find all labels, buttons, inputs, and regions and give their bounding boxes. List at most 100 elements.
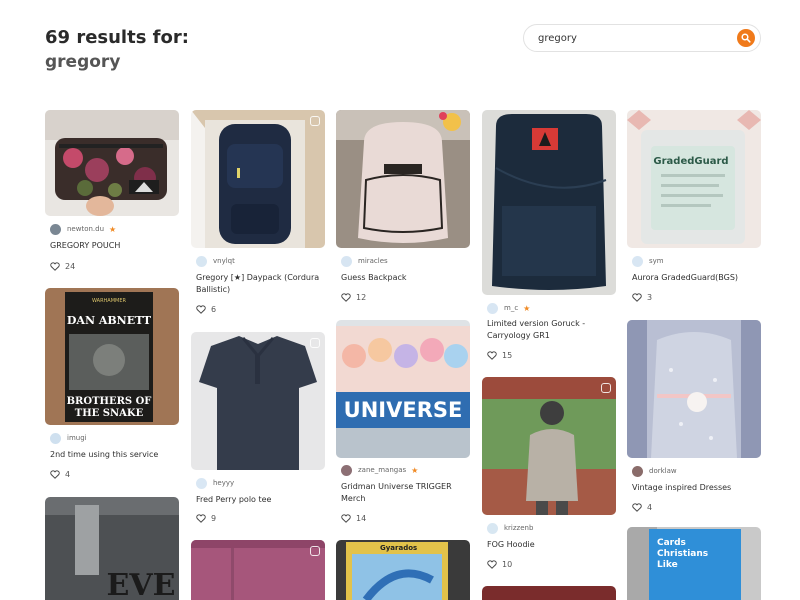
listing-image[interactable] xyxy=(482,377,616,515)
listing-card[interactable]: EVE xyxy=(45,497,179,600)
medal-icon: ★ xyxy=(523,303,531,313)
avatar xyxy=(196,255,207,267)
favorite-toggle[interactable] xyxy=(310,546,320,556)
listing-card[interactable]: dorklaw Vintage inspired Dresses 4 xyxy=(627,320,761,520)
card-name: Gyarados xyxy=(380,544,417,552)
listing-image[interactable]: EVE xyxy=(45,497,179,600)
likes[interactable]: 15 xyxy=(487,349,512,361)
listing-image[interactable] xyxy=(482,586,616,600)
listing-card[interactable]: miracles Guess Backpack 12 xyxy=(336,110,470,310)
listing-title[interactable]: Limited version Goruck - Carryology GR1 xyxy=(487,318,615,342)
seller-name: heyyy xyxy=(213,479,235,487)
listing-title[interactable]: Fred Perry polo tee xyxy=(196,494,324,506)
avatar xyxy=(632,465,643,477)
box-text-3: Like xyxy=(657,560,678,570)
listing-title[interactable]: GREGORY POUCH xyxy=(50,240,178,252)
listing-title[interactable]: Gregory [★] Daypack (Cordura Ballistic) xyxy=(196,272,324,296)
likes[interactable]: 9 xyxy=(196,512,216,524)
heart-icon[interactable] xyxy=(196,513,206,523)
heart-icon[interactable] xyxy=(341,292,351,302)
seller-info[interactable]: heyyy xyxy=(196,476,234,490)
listing-image[interactable] xyxy=(336,110,470,248)
listing-card[interactable]: newton.du ★ GREGORY POUCH 24 xyxy=(45,110,179,275)
listing-title[interactable]: Vintage inspired Dresses xyxy=(632,482,760,494)
seller-info[interactable]: miracles xyxy=(341,254,388,268)
listing-card[interactable]: vnylqt Gregory [★] Daypack (Cordura Ball… xyxy=(191,110,325,320)
listing-card[interactable]: Cards Christians Like xyxy=(627,527,761,600)
book-author: DAN ABNETT xyxy=(67,314,152,327)
heart-icon[interactable] xyxy=(341,513,351,523)
favorite-toggle[interactable] xyxy=(310,338,320,348)
seller-name: krizzenb xyxy=(504,524,534,532)
seller-name: newton.du xyxy=(67,225,105,233)
heart-icon[interactable] xyxy=(50,469,60,479)
listing-card[interactable] xyxy=(191,540,325,600)
favorite-toggle[interactable] xyxy=(310,116,320,126)
listing-title[interactable]: Aurora GradedGuard(BGS) xyxy=(632,272,760,284)
like-count: 4 xyxy=(647,502,653,512)
seller-name: zane_mangas xyxy=(358,466,407,474)
listing-image[interactable]: UNIVERSE xyxy=(336,320,470,458)
avatar xyxy=(632,255,643,267)
seller-name: vnylqt xyxy=(213,257,235,265)
search-bar[interactable] xyxy=(523,24,761,52)
listing-card[interactable] xyxy=(482,586,616,600)
heart-icon[interactable] xyxy=(632,502,642,512)
listing-title[interactable]: Gridman Universe TRIGGER Merch xyxy=(341,481,469,505)
like-count: 14 xyxy=(356,513,367,523)
results-count-label: 69 results for: xyxy=(45,27,189,48)
listing-image[interactable] xyxy=(191,110,325,248)
seller-info[interactable]: sym xyxy=(632,254,664,268)
heart-icon[interactable] xyxy=(632,292,642,302)
seller-name: sym xyxy=(649,257,664,265)
heart-icon[interactable] xyxy=(50,261,60,271)
listing-image[interactable]: GradedGuard xyxy=(627,110,761,248)
listing-image[interactable] xyxy=(45,110,179,216)
likes[interactable]: 12 xyxy=(341,291,366,303)
listing-image[interactable]: Cards Christians Like xyxy=(627,527,761,600)
seller-info[interactable]: krizzenb xyxy=(487,521,533,535)
likes[interactable]: 4 xyxy=(50,468,70,480)
likes[interactable]: 10 xyxy=(487,558,512,570)
seller-info[interactable]: newton.du ★ xyxy=(50,222,116,236)
likes[interactable]: 14 xyxy=(341,512,366,524)
box-text-1: Cards xyxy=(657,538,686,548)
listing-card[interactable]: heyyy Fred Perry polo tee 9 xyxy=(191,332,325,532)
likes[interactable]: 24 xyxy=(50,260,75,272)
like-count: 3 xyxy=(647,292,653,302)
listing-title[interactable]: Guess Backpack xyxy=(341,272,469,284)
listing-image[interactable] xyxy=(191,332,325,470)
seller-info[interactable]: dorklaw xyxy=(632,464,677,478)
listing-title[interactable]: FOG Hoodie xyxy=(487,539,615,551)
listing-image[interactable]: WARHAMMER DAN ABNETT BROTHERS OF THE SNA… xyxy=(45,288,179,425)
listing-image[interactable]: Gyarados xyxy=(336,540,470,600)
like-count: 6 xyxy=(211,304,217,314)
seller-info[interactable]: zane_mangas ★ xyxy=(341,463,418,477)
listing-card[interactable]: m_c ★ Limited version Goruck - Carryolog… xyxy=(482,110,616,365)
listing-image[interactable] xyxy=(627,320,761,458)
avatar xyxy=(341,464,352,476)
listing-card[interactable]: Gyarados xyxy=(336,540,470,600)
favorite-toggle[interactable] xyxy=(601,383,611,393)
listing-card[interactable]: UNIVERSE zane_mangas ★ Gridman Universe … xyxy=(336,320,470,530)
listing-image[interactable] xyxy=(191,540,325,600)
listing-image[interactable] xyxy=(482,110,616,295)
listing-title[interactable]: 2nd time using this service xyxy=(50,449,178,461)
search-button[interactable] xyxy=(737,29,755,47)
like-count: 24 xyxy=(65,261,76,271)
likes[interactable]: 6 xyxy=(196,303,216,315)
search-input[interactable] xyxy=(538,30,728,46)
likes[interactable]: 3 xyxy=(632,291,652,303)
seller-info[interactable]: m_c ★ xyxy=(487,301,530,315)
heart-icon[interactable] xyxy=(487,350,497,360)
avatar xyxy=(196,477,207,489)
seller-info[interactable]: imugi xyxy=(50,431,87,445)
listing-card[interactable]: GradedGuard sym Aurora GradedGuard(BGS) … xyxy=(627,110,761,310)
heart-icon[interactable] xyxy=(196,304,206,314)
book-title-line2: THE SNAKE xyxy=(75,408,144,419)
listing-card[interactable]: krizzenb FOG Hoodie 10 xyxy=(482,377,616,577)
seller-info[interactable]: vnylqt xyxy=(196,254,235,268)
heart-icon[interactable] xyxy=(487,559,497,569)
likes[interactable]: 4 xyxy=(632,501,652,513)
listing-card[interactable]: WARHAMMER DAN ABNETT BROTHERS OF THE SNA… xyxy=(45,288,179,483)
